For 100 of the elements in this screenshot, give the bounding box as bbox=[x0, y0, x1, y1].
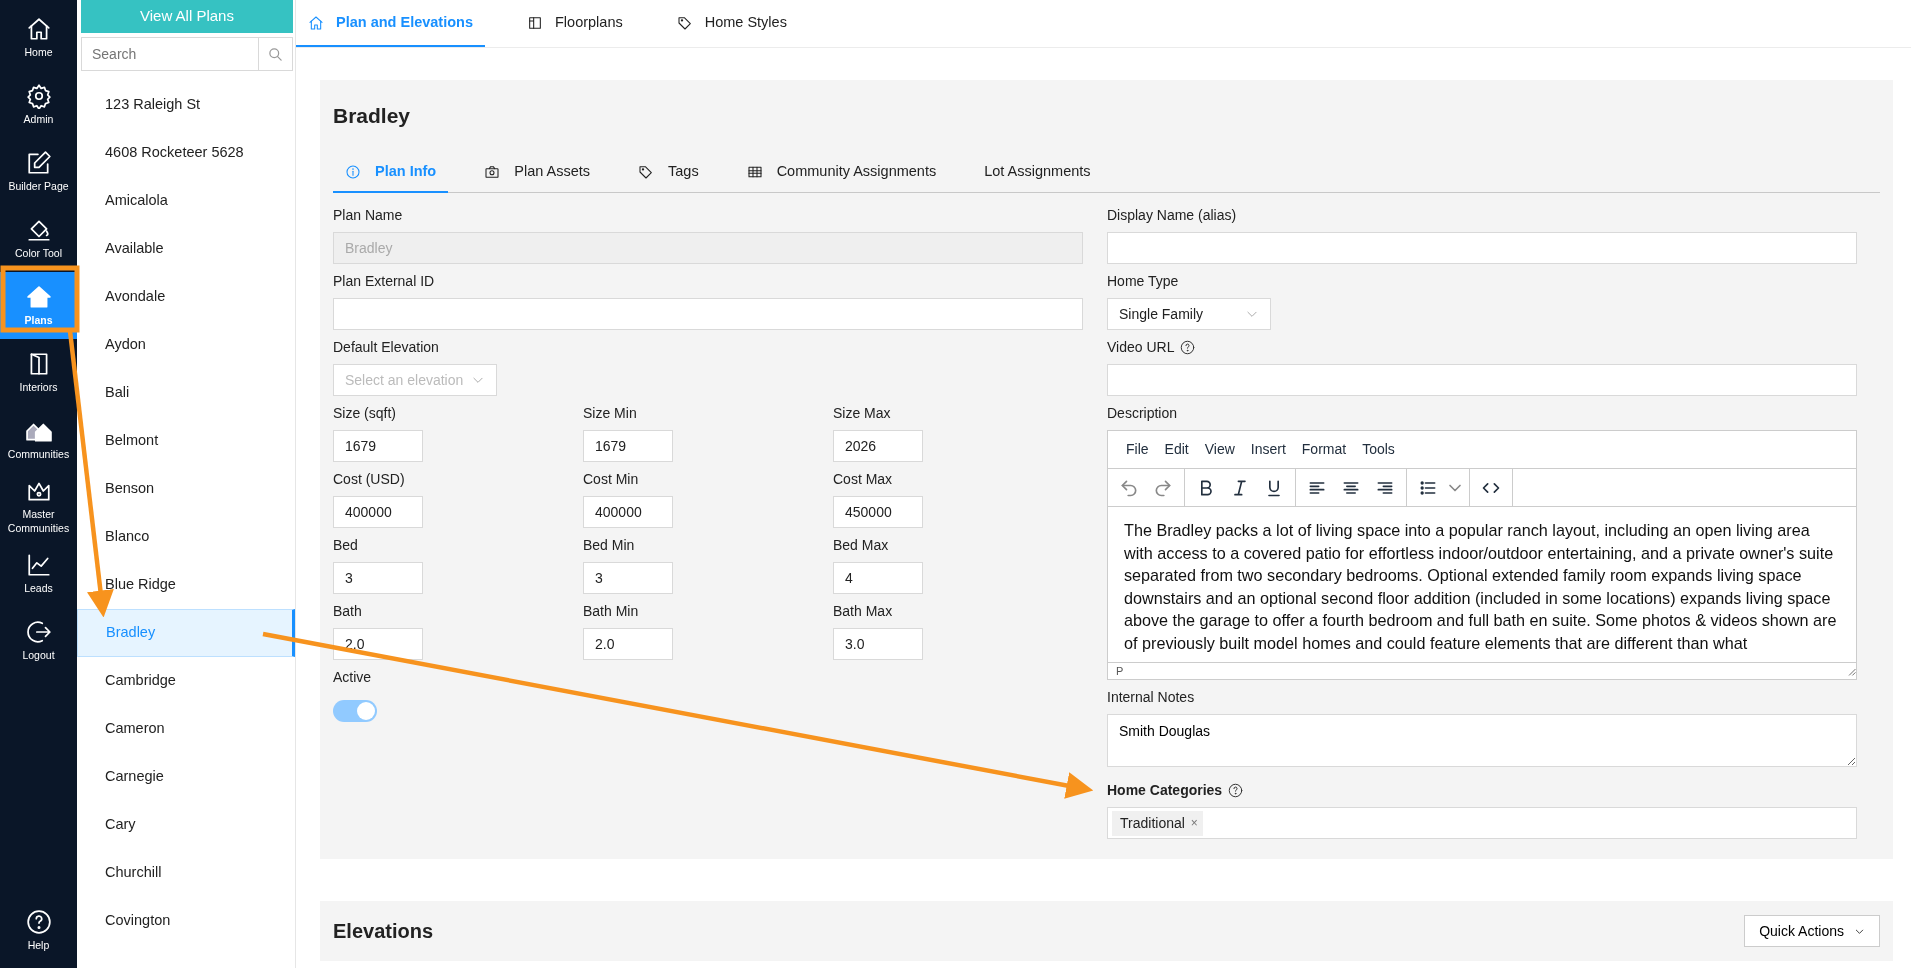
menu-item[interactable]: Edit bbox=[1156, 439, 1197, 460]
field-label: Size Min bbox=[583, 403, 637, 423]
info-icon bbox=[345, 164, 361, 180]
description-text: The Bradley packs a lot of living space into a popular ranch layout, including an open living area with access to a covered patio for effortless indoor/outdoor entertaining, and a private owner's suite separated from two secondary bedrooms. Optional extended family room expands living space downstairs and an optional second floor addition (included in some locations) expands living space above the garage to offer a fourth bedroom and full bath en suite. Some photos & videos shown are of previously built model homes and could feature elements that are different than what bbox=[1123, 520, 1838, 654]
plan-list-item[interactable]: Avondale bbox=[77, 273, 295, 321]
menu-item[interactable]: View bbox=[1196, 439, 1243, 460]
camera-icon bbox=[484, 164, 501, 180]
menu-item[interactable]: Tools bbox=[1354, 439, 1403, 460]
input-field[interactable]: 1679 bbox=[333, 430, 423, 462]
field-label: Home Categories bbox=[1107, 780, 1223, 800]
quick-actions-button[interactable]: Quick Actions bbox=[1744, 915, 1880, 947]
input-field[interactable]: 3 bbox=[583, 562, 673, 594]
field-label: Plan External ID bbox=[333, 271, 435, 291]
tab[interactable]: Community Assignments bbox=[734, 153, 949, 193]
field-label: Cost (USD) bbox=[333, 469, 405, 489]
help-icon bbox=[25, 908, 52, 935]
input-field[interactable]: 400000 bbox=[583, 496, 673, 528]
plan-list-item[interactable]: Available bbox=[77, 225, 295, 273]
remove-tag-button[interactable]: × bbox=[1190, 814, 1198, 832]
field-label: Bath Min bbox=[583, 601, 639, 621]
input-field[interactable]: 400000 bbox=[333, 496, 423, 528]
tag-field[interactable]: Traditional × bbox=[1107, 807, 1857, 839]
nav-item[interactable]: Home bbox=[0, 4, 77, 71]
field-label: Display Name (alias) bbox=[1107, 205, 1237, 225]
field-label: Size Max bbox=[833, 403, 891, 423]
nav-item[interactable]: Leads bbox=[0, 540, 77, 607]
nav-item[interactable]: Logout bbox=[0, 607, 77, 674]
help-button[interactable]: Help bbox=[0, 897, 77, 964]
field-label: Internal Notes bbox=[1107, 687, 1195, 707]
field-label: Bath bbox=[333, 601, 362, 621]
search-box[interactable]: Search bbox=[81, 37, 293, 71]
input-field[interactable]: 450000 bbox=[833, 496, 923, 528]
undo-icon bbox=[1119, 477, 1139, 498]
plan-title: Bradley bbox=[333, 103, 412, 129]
plan-list-item[interactable]: 4608 Rocketeer 5628 bbox=[77, 129, 295, 177]
input-field[interactable] bbox=[1107, 364, 1857, 396]
plan-list-item[interactable]: Churchill bbox=[77, 849, 295, 897]
redo-icon bbox=[1153, 477, 1173, 498]
input-field[interactable]: 1679 bbox=[583, 430, 673, 462]
field-label: Video URL bbox=[1107, 337, 1175, 357]
dropdown[interactable]: Single Family bbox=[1107, 298, 1271, 330]
input-field[interactable]: 3 bbox=[333, 562, 423, 594]
input-field[interactable] bbox=[1107, 232, 1857, 264]
plan-list-item[interactable]: Cameron bbox=[77, 705, 295, 753]
nav-item[interactable]: Color Tool bbox=[0, 205, 77, 272]
field-label: Plan Name bbox=[333, 205, 403, 225]
field-label: Size (sqft) bbox=[333, 403, 396, 423]
plan-list-item[interactable]: 123 Raleigh St bbox=[77, 81, 295, 129]
toggle-switch[interactable] bbox=[333, 700, 377, 722]
plan-list-item[interactable]: Aydon bbox=[77, 321, 295, 369]
input-field[interactable]: 3.0 bbox=[833, 628, 923, 660]
tab[interactable]: Floorplans bbox=[515, 0, 635, 47]
tags-icon bbox=[638, 164, 654, 180]
line-chart-icon bbox=[25, 551, 52, 578]
plan-list-item[interactable]: Amicalola bbox=[77, 177, 295, 225]
field-label: Active bbox=[333, 667, 372, 687]
nav-item[interactable]: Builder Page bbox=[0, 138, 77, 205]
plan-list-item[interactable]: Bali bbox=[77, 369, 295, 417]
tab[interactable]: Lot Assignments bbox=[972, 153, 1103, 193]
edit-icon bbox=[25, 149, 52, 176]
settings-icon bbox=[25, 82, 52, 109]
tags-icon bbox=[676, 14, 693, 31]
nav-item[interactable]: Master Communities bbox=[0, 473, 77, 540]
plan-list-item[interactable]: Blanco bbox=[77, 513, 295, 561]
menu-item[interactable]: Format bbox=[1293, 439, 1355, 460]
plan-list-item[interactable]: Benson bbox=[77, 465, 295, 513]
notes-field[interactable]: Smith Douglas bbox=[1107, 714, 1857, 767]
tab[interactable]: Home Styles bbox=[664, 0, 799, 47]
field-label: Bed bbox=[333, 535, 358, 555]
layout-icon bbox=[527, 14, 543, 31]
menu-item[interactable]: Insert bbox=[1242, 439, 1294, 460]
plan-list-item[interactable]: Cambridge bbox=[77, 657, 295, 705]
menu-item[interactable]: File bbox=[1118, 439, 1157, 460]
plan-list-item[interactable]: Cary bbox=[77, 801, 295, 849]
plan-list-item[interactable]: Blue Ridge bbox=[77, 561, 295, 609]
table-icon bbox=[746, 164, 763, 180]
input-field[interactable]: 2.0 bbox=[583, 628, 673, 660]
search-icon bbox=[268, 46, 283, 62]
plan-list-item[interactable]: Carnegie bbox=[77, 753, 295, 801]
field-label: Bed Max bbox=[833, 535, 889, 555]
logout-icon bbox=[25, 618, 52, 645]
input-field[interactable]: 2026 bbox=[833, 430, 923, 462]
nav-item[interactable]: Admin bbox=[0, 71, 77, 138]
plan-list-item[interactable]: Belmont bbox=[77, 417, 295, 465]
field-label: Bed Min bbox=[583, 535, 635, 555]
tab[interactable]: Tags bbox=[626, 153, 711, 193]
nav-item[interactable]: Communities bbox=[0, 406, 77, 473]
field-label: Description bbox=[1107, 403, 1178, 423]
field-label: Default Elevation bbox=[333, 337, 439, 357]
section-title: Elevations bbox=[333, 919, 434, 944]
field-label: Cost Min bbox=[583, 469, 639, 489]
field-label: Home Type bbox=[1107, 271, 1179, 291]
input-field[interactable] bbox=[333, 298, 1083, 330]
tab[interactable]: Plan Assets bbox=[472, 153, 602, 193]
field-label: Cost Max bbox=[833, 469, 893, 489]
input-field[interactable]: 4 bbox=[833, 562, 923, 594]
resize-handle-icon bbox=[1846, 666, 1856, 676]
nav-item[interactable]: Interiors bbox=[0, 339, 77, 406]
plan-list-item[interactable]: Covington bbox=[77, 897, 295, 945]
field-label: Bath Max bbox=[833, 601, 893, 621]
